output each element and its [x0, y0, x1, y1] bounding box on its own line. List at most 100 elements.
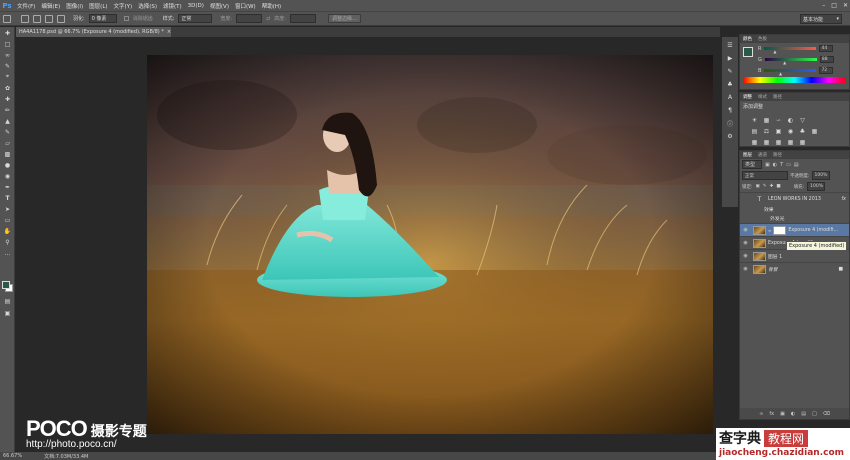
brush-preset-icon[interactable]: ✎ [724, 66, 736, 76]
menu-image[interactable]: 图像(I) [63, 2, 86, 10]
blue-value[interactable]: 72 [819, 67, 834, 74]
subtract-selection-icon[interactable] [45, 14, 53, 23]
channel-mixer-icon[interactable]: ♣ [798, 127, 807, 135]
layer-filter-select[interactable]: 类型 [742, 160, 762, 169]
eye-icon[interactable]: ◉ [740, 266, 751, 272]
layer-effect-item-row[interactable]: 外发光 [740, 214, 849, 223]
layer-mask-thumbnail[interactable] [773, 225, 787, 235]
swap-icon[interactable]: ⇄ [266, 16, 270, 22]
blur-tool-icon[interactable]: ● [2, 160, 13, 170]
marquee-tool-icon[interactable] [3, 14, 11, 23]
photo-filter-icon[interactable]: ◉ [786, 127, 795, 135]
quick-select-tool-icon[interactable]: ✎ [2, 61, 13, 71]
eye-icon[interactable]: ◉ [740, 240, 751, 246]
brush-tool-icon[interactable]: ✏ [2, 105, 13, 115]
info-icon[interactable]: ⓘ [724, 118, 736, 128]
tab-paths[interactable]: 路径 [773, 152, 782, 158]
lock-all-icon[interactable]: ■ [776, 184, 780, 189]
history-brush-icon[interactable]: ✎ [2, 127, 13, 137]
filter-smart-icon[interactable]: ▤ [794, 162, 799, 168]
document-canvas-image[interactable] [147, 55, 713, 434]
selective-color-icon[interactable]: ▦ [798, 138, 807, 146]
layer-row-background[interactable]: ◉ 背景 ■ [740, 262, 849, 275]
layer-row-exposure-selected[interactable]: ◉ ∞ Exposure 4 (modifi... [740, 223, 849, 236]
blue-slider-thumb[interactable]: ▲ [779, 71, 782, 76]
filter-pixel-icon[interactable]: ▣ [765, 162, 770, 168]
crop-tool-icon[interactable]: ⌖ [2, 72, 13, 82]
lock-move-icon[interactable]: ✚ [770, 184, 774, 189]
opacity-input[interactable]: 100% [811, 171, 830, 180]
dodge-tool-icon[interactable]: ◉ [2, 171, 13, 181]
eyedropper-tool-icon[interactable]: ✿ [2, 83, 13, 93]
document-tab[interactable]: HA4A1178.psd @ 66.7% (Exposure 4 (modifi… [16, 27, 171, 37]
menu-3d[interactable]: 3D(D) [185, 3, 207, 9]
eye-icon[interactable]: ◉ [740, 227, 751, 233]
color-panel-fg-swatch[interactable] [743, 47, 753, 57]
zoom-tool-icon[interactable]: ⚲ [2, 237, 13, 247]
exposure-icon[interactable]: ◐ [786, 116, 795, 124]
green-value[interactable]: 88 [819, 56, 834, 63]
color-balance-icon[interactable]: ⚖ [762, 127, 771, 135]
fx-icon[interactable]: fx [841, 197, 846, 202]
menu-layer[interactable]: 图层(L) [86, 2, 110, 10]
minimize-icon[interactable]: – [822, 2, 825, 9]
menu-type[interactable]: 文字(Y) [111, 2, 136, 10]
gradient-tool-icon[interactable]: ▩ [2, 149, 13, 159]
document-info[interactable]: 文档:7.03M/33.4M [44, 453, 88, 460]
menu-view[interactable]: 视图(V) [207, 2, 232, 10]
feather-input[interactable]: 0 像素 [88, 14, 117, 23]
threshold-icon[interactable]: ▦ [774, 138, 783, 146]
character-icon[interactable]: A [724, 92, 736, 102]
healing-brush-icon[interactable]: ✚ [2, 94, 13, 104]
tab-styles[interactable]: 样式 [758, 94, 767, 100]
menu-help[interactable]: 帮助(H) [259, 2, 284, 10]
screen-mode-icon[interactable]: ▣ [2, 308, 13, 318]
type-tool-icon[interactable]: T [2, 193, 13, 203]
lasso-tool-icon[interactable]: ∞ [2, 50, 13, 60]
add-mask-icon[interactable]: ▣ [780, 411, 785, 417]
paragraph-icon[interactable]: ¶ [724, 105, 736, 115]
black-white-icon[interactable]: ▣ [774, 127, 783, 135]
red-slider-thumb[interactable]: ▲ [773, 49, 776, 54]
clone-source-icon[interactable]: ♣ [724, 79, 736, 89]
menu-window[interactable]: 窗口(W) [232, 2, 259, 10]
foreground-color-swatch[interactable] [2, 281, 10, 289]
tab-layers[interactable]: 图层 [743, 152, 752, 158]
eraser-tool-icon[interactable]: ▱ [2, 138, 13, 148]
close-icon[interactable]: ✕ [843, 2, 848, 9]
menu-select[interactable]: 选择(S) [135, 2, 160, 10]
tab-paths[interactable]: 路径 [773, 94, 782, 100]
style-select[interactable]: 正常 [178, 14, 213, 23]
new-layer-icon[interactable]: □ [812, 411, 817, 417]
color-spectrum-bar[interactable] [743, 77, 846, 83]
hue-saturation-icon[interactable]: ▤ [750, 127, 759, 135]
add-selection-icon[interactable] [33, 14, 41, 23]
fill-input[interactable]: 100% [807, 182, 826, 191]
menu-edit[interactable]: 编辑(E) [38, 2, 63, 10]
history-icon[interactable]: ☰ [724, 40, 736, 50]
brightness-icon[interactable]: ☀ [750, 116, 759, 124]
vibrance-icon[interactable]: ▽ [798, 116, 807, 124]
new-adjustment-icon[interactable]: ◐ [791, 411, 795, 417]
add-style-icon[interactable]: fx [769, 411, 774, 417]
clone-stamp-icon[interactable]: ▲ [2, 116, 13, 126]
lock-pixels-icon[interactable]: ▣ [756, 184, 760, 189]
actions-icon[interactable]: ▶ [724, 53, 736, 63]
posterize-icon[interactable]: ▦ [762, 138, 771, 146]
gradient-map-icon[interactable]: ▦ [786, 138, 795, 146]
tab-color[interactable]: 颜色 [743, 36, 752, 42]
move-tool-icon[interactable]: ✚ [2, 28, 13, 38]
layer-row-text[interactable]: T LEON WORKS IN 2013 fx [740, 192, 849, 205]
levels-icon[interactable]: ▦ [762, 116, 771, 124]
blend-mode-select[interactable]: 正常 [742, 171, 788, 180]
filter-type-icon[interactable]: T [780, 162, 783, 168]
layer-effects-row[interactable]: 效果 [740, 205, 849, 214]
menu-filter[interactable]: 滤镜(T) [160, 2, 185, 10]
menu-file[interactable]: 文件(F) [14, 2, 38, 10]
marquee-tool-icon[interactable]: □ [2, 39, 13, 49]
height-input[interactable] [289, 14, 316, 23]
delete-layer-icon[interactable]: ⌫ [823, 411, 830, 417]
new-selection-icon[interactable] [21, 14, 29, 23]
refine-edge-button[interactable]: 调整边缘... [327, 14, 361, 23]
path-select-icon[interactable]: ➤ [2, 204, 13, 214]
